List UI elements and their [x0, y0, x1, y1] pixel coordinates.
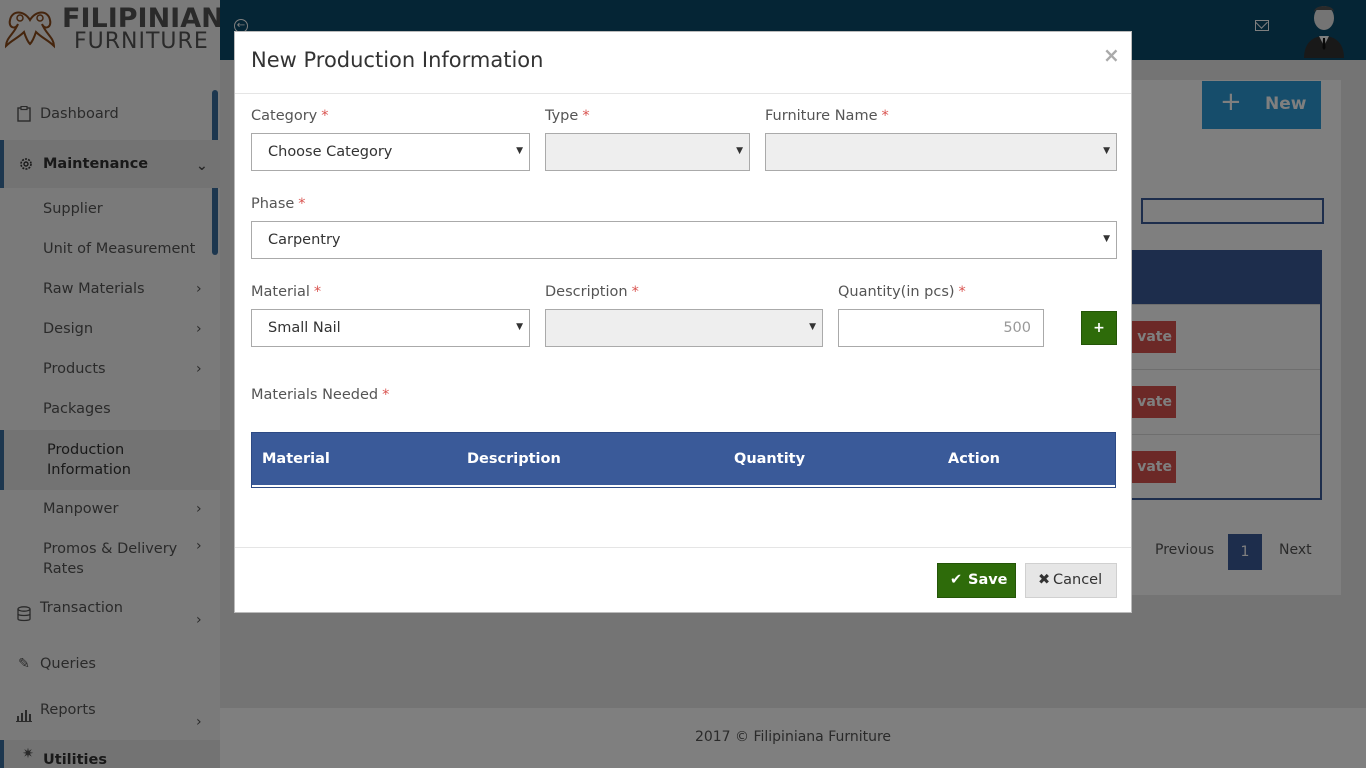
add-material-button[interactable]: + — [1081, 311, 1117, 345]
column-header-description: Description — [467, 451, 561, 467]
dropdown-arrow-icon: ▼ — [516, 146, 523, 156]
table-header-underline — [252, 485, 1115, 487]
materials-needed-label: Materials Needed * — [251, 387, 390, 403]
divider — [235, 547, 1131, 548]
divider — [235, 93, 1131, 94]
dropdown-arrow-icon: ▼ — [809, 322, 816, 332]
materials-table: Material Description Quantity Action — [251, 432, 1116, 488]
type-select[interactable]: ▼ — [545, 133, 750, 171]
column-header-action: Action — [948, 451, 1001, 467]
check-icon: ✔ — [950, 572, 963, 588]
furniture-name-select[interactable]: ▼ — [765, 133, 1117, 171]
category-label: Category * — [251, 108, 329, 124]
column-header-quantity: Quantity — [734, 451, 806, 467]
type-label: Type * — [545, 108, 590, 124]
furniture-name-label: Furniture Name * — [765, 108, 889, 124]
material-label: Material * — [251, 284, 322, 300]
quantity-label: Quantity(in pcs) * — [838, 284, 966, 300]
description-label: Description * — [545, 284, 639, 300]
dropdown-arrow-icon: ▼ — [516, 322, 523, 332]
cancel-button[interactable]: ✖ Cancel — [1025, 563, 1117, 598]
phase-label: Phase * — [251, 196, 306, 212]
modal-title: New Production Information — [251, 48, 544, 72]
category-select[interactable]: Choose Category ▼ — [251, 133, 530, 171]
dropdown-arrow-icon: ▼ — [736, 146, 743, 156]
description-select[interactable]: ▼ — [545, 309, 823, 347]
new-production-modal: New Production Information × Category * C… — [234, 31, 1132, 613]
quantity-input[interactable]: 500 — [838, 309, 1044, 347]
save-button[interactable]: ✔ Save — [937, 563, 1016, 598]
phase-select[interactable]: Carpentry ▼ — [251, 221, 1117, 259]
close-icon[interactable]: × — [1103, 43, 1120, 67]
dropdown-arrow-icon: ▼ — [1103, 234, 1110, 244]
column-header-material: Material — [262, 451, 330, 467]
x-icon: ✖ — [1038, 572, 1051, 588]
material-select[interactable]: Small Nail ▼ — [251, 309, 530, 347]
dropdown-arrow-icon: ▼ — [1103, 146, 1110, 156]
